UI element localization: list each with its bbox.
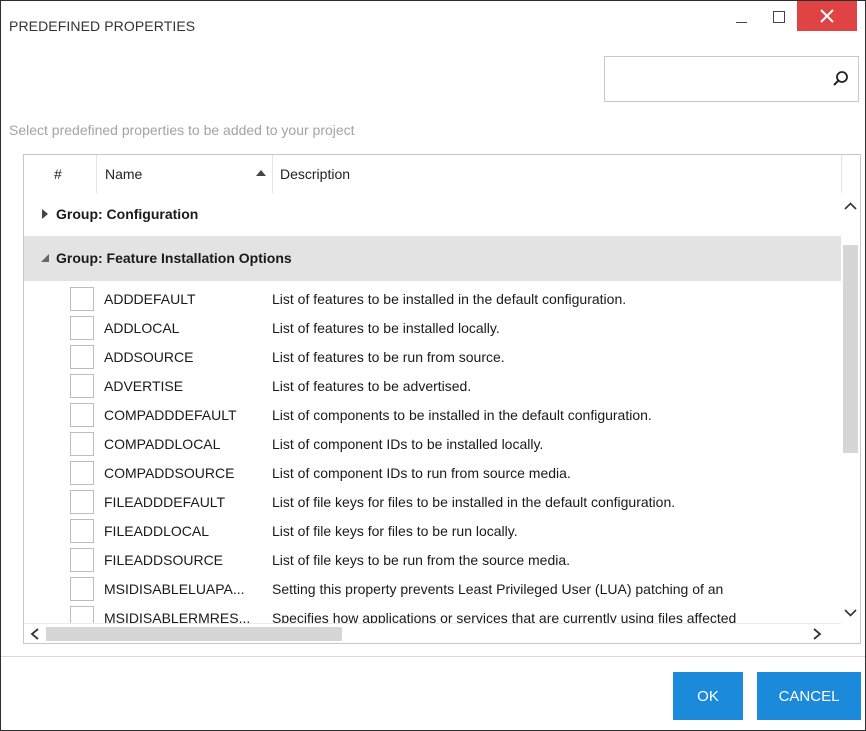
caret-down-icon[interactable]	[40, 253, 50, 263]
property-name: FILEADDDEFAULT	[104, 494, 226, 510]
row-checkbox[interactable]	[70, 345, 94, 369]
column-separator[interactable]	[96, 155, 97, 193]
close-button[interactable]	[797, 1, 857, 31]
table-row[interactable]: COMPADDDEFAULT List of components to be …	[24, 401, 842, 430]
close-icon	[820, 9, 834, 23]
table-row[interactable]: ADDDEFAULT List of features to be instal…	[24, 285, 842, 314]
maximize-icon	[773, 11, 785, 23]
horizontal-scrollbar[interactable]	[24, 623, 842, 643]
table-row[interactable]: ADDLOCAL List of features to be installe…	[24, 314, 842, 343]
column-header-description[interactable]: Description	[280, 155, 350, 193]
minimize-icon	[735, 21, 747, 23]
property-description: List of features to be run from source.	[272, 349, 505, 365]
property-name: ADDLOCAL	[104, 320, 180, 336]
horizontal-scroll-thumb[interactable]	[46, 627, 342, 641]
group-row-feature-installation-options[interactable]: Group: Feature Installation Options	[24, 236, 842, 281]
group-row-configuration[interactable]: Group: Configuration	[24, 194, 842, 235]
property-name: ADVERTISE	[104, 378, 184, 394]
minimize-button[interactable]	[721, 1, 761, 33]
row-checkbox[interactable]	[70, 577, 94, 601]
property-name: FILEADDLOCAL	[104, 523, 210, 539]
property-description: List of file keys for files to be run lo…	[272, 523, 518, 539]
property-description: List of features to be advertised.	[272, 378, 472, 394]
footer-divider	[1, 656, 865, 657]
property-description: Setting this property prevents Least Pri…	[272, 581, 724, 597]
row-checkbox[interactable]	[70, 403, 94, 427]
search-icon[interactable]	[832, 70, 850, 88]
row-checkbox[interactable]	[70, 519, 94, 543]
property-description: List of file keys to be run from the sou…	[272, 552, 571, 568]
search-box[interactable]	[604, 56, 859, 102]
ok-button[interactable]: OK	[673, 672, 743, 720]
row-checkbox[interactable]	[70, 461, 94, 485]
table-row[interactable]: ADVERTISE List of features to be adverti…	[24, 372, 842, 401]
row-checkbox[interactable]	[70, 548, 94, 572]
property-name: COMPADDSOURCE	[104, 465, 235, 481]
column-separator[interactable]	[841, 155, 842, 193]
property-description: List of components to be installed in th…	[272, 407, 652, 423]
scroll-right-icon[interactable]	[810, 627, 824, 641]
cancel-button[interactable]: CANCEL	[757, 672, 861, 720]
scroll-left-icon[interactable]	[28, 627, 42, 641]
row-checkbox[interactable]	[70, 432, 94, 456]
column-header-index[interactable]: #	[54, 155, 62, 193]
property-name: FILEADDSOURCE	[104, 552, 224, 568]
property-name: COMPADDDEFAULT	[104, 407, 237, 423]
search-input[interactable]	[605, 57, 825, 101]
property-rows: ADDDEFAULT List of features to be instal…	[24, 285, 842, 633]
table-row[interactable]: COMPADDSOURCE List of component IDs to r…	[24, 459, 842, 488]
instruction-text: Select predefined properties to be added…	[9, 122, 355, 138]
scroll-up-icon[interactable]	[843, 199, 858, 214]
vertical-scrollbar[interactable]	[841, 193, 860, 626]
caret-right-icon[interactable]	[40, 209, 50, 219]
property-name: MSIDISABLELUAPA...	[104, 581, 245, 597]
row-checkbox[interactable]	[70, 316, 94, 340]
table-row[interactable]: MSIDISABLELUAPA... Setting this property…	[24, 575, 842, 604]
sort-up-icon	[256, 170, 266, 176]
property-description: List of component IDs to be installed lo…	[272, 436, 544, 452]
properties-grid: # Name Description Group: Configuration …	[23, 154, 861, 644]
predefined-properties-dialog: PREDEFINED PROPERTIES Select predefined …	[0, 0, 866, 731]
group-label: Group: Configuration	[56, 206, 199, 222]
row-checkbox[interactable]	[70, 490, 94, 514]
property-name: ADDDEFAULT	[104, 291, 196, 307]
group-label: Group: Feature Installation Options	[56, 250, 292, 266]
row-checkbox[interactable]	[70, 374, 94, 398]
title-bar[interactable]: PREDEFINED PROPERTIES	[1, 1, 865, 41]
scrollbar-corner	[841, 623, 860, 643]
table-row[interactable]: FILEADDSOURCE List of file keys to be ru…	[24, 546, 842, 575]
column-separator[interactable]	[272, 155, 273, 193]
table-row[interactable]: FILEADDDEFAULT List of file keys for fil…	[24, 488, 842, 517]
property-description: List of file keys for files to be instal…	[272, 494, 676, 510]
property-name: ADDSOURCE	[104, 349, 194, 365]
grid-header: # Name Description	[24, 155, 842, 193]
scroll-down-icon[interactable]	[843, 605, 858, 620]
table-row[interactable]: FILEADDLOCAL List of file keys for files…	[24, 517, 842, 546]
row-checkbox[interactable]	[70, 287, 94, 311]
property-description: List of component IDs to run from source…	[272, 465, 571, 481]
table-row[interactable]: ADDSOURCE List of features to be run fro…	[24, 343, 842, 372]
property-description: List of features to be installed in the …	[272, 291, 627, 307]
column-header-name[interactable]: Name	[105, 155, 142, 193]
vertical-scroll-thumb[interactable]	[843, 245, 858, 453]
maximize-button[interactable]	[759, 1, 799, 33]
property-description: List of features to be installed locally…	[272, 320, 500, 336]
table-row[interactable]: COMPADDLOCAL List of component IDs to be…	[24, 430, 842, 459]
property-name: COMPADDLOCAL	[104, 436, 221, 452]
window-title: PREDEFINED PROPERTIES	[9, 18, 196, 34]
